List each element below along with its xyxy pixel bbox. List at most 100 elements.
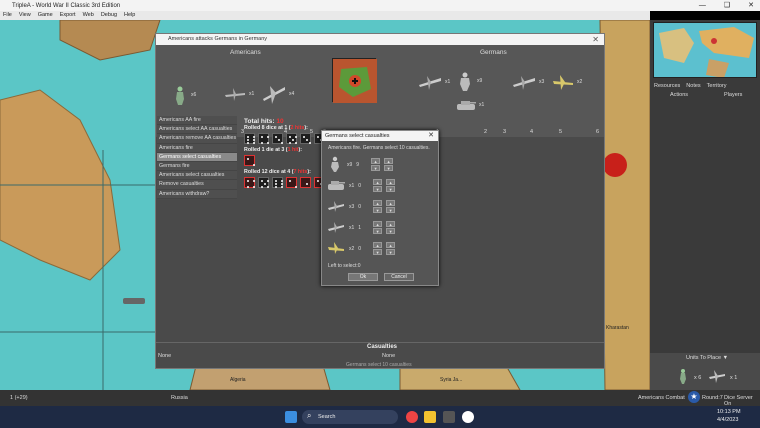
roll-hits: 2 hits [290,125,305,131]
windows-start-icon[interactable] [285,411,297,423]
step-germans-select-casualties[interactable]: Germans select casualties [157,152,237,162]
infantry-icon[interactable] [676,368,690,384]
decrement-button[interactable]: ▼ [373,249,383,255]
increment-button[interactable]: ▲ [373,221,383,227]
unit-count: x3 [349,203,355,210]
menu-view[interactable]: View [19,11,31,20]
unit-count: x1 [249,91,255,97]
territory-image [332,58,377,103]
attacker-unit: x1 [224,85,254,103]
attacker-unit: x4 [262,83,294,105]
min-button[interactable]: ▼ [384,165,394,171]
search-box[interactable]: ⌕ Search [302,410,398,424]
unit-count: x2 [349,245,355,252]
search-placeholder: Search [318,414,336,420]
menu-web[interactable]: Web [83,11,94,20]
maximize-button[interactable]: ❑ [724,0,730,11]
max-button[interactable]: ▲ [386,200,396,206]
defense-number: 4 [530,129,534,135]
increment-button[interactable]: ▲ [373,179,383,185]
current-territory: Russia [171,395,188,401]
tab-actions[interactable]: Actions [670,92,688,98]
tab-territory[interactable]: Territory [707,83,727,89]
close-icon[interactable]: ✕ [592,34,599,45]
map-label-syria: Syria Ja... [440,377,463,383]
tab-notes[interactable]: Notes [686,83,700,89]
min-button[interactable]: ▼ [386,228,396,234]
step-americans-fire[interactable]: Americans fire [157,143,237,153]
step-select-aa-casualties[interactable]: Americans select AA casualties [157,125,237,135]
window-titlebar: TripleA - World War II Classic 3rd Editi… [0,0,760,11]
attacker-casualties: None [158,353,172,359]
battle-status-text: Germans select 10 casualties [346,362,412,368]
bomber-icon [553,75,573,90]
folder-icon[interactable] [424,411,436,423]
place-count-bomber: x 1 [730,375,738,381]
max-button[interactable]: ▲ [386,221,396,227]
step-remove-aa-casualties[interactable]: Americans remove AA casualties [157,134,237,144]
units-to-place-label[interactable]: Units To Place ▼ [686,355,728,361]
decrement-button[interactable]: ▼ [373,207,383,213]
menu-file[interactable]: File [3,11,12,20]
menu-debug[interactable]: Debug [101,11,117,20]
decrement-button[interactable]: ▼ [373,228,383,234]
defense-number: 6 [596,129,600,135]
close-window-button[interactable]: ✕ [748,0,754,11]
chrome-icon[interactable] [406,411,418,423]
menu-export[interactable]: Export [60,11,76,20]
roll-end: ): [298,147,302,153]
increment-button[interactable]: ▲ [373,200,383,206]
window-title: TripleA - World War II Classic 3rd Editi… [12,2,121,9]
max-button[interactable]: ▲ [386,242,396,248]
menu-help[interactable]: Help [124,11,135,20]
minimize-button[interactable]: — [699,0,706,11]
place-count-infantry: x 6 [694,375,702,381]
step-remove-casualties[interactable]: Remove casualties [157,180,237,190]
min-button[interactable]: ▼ [386,207,396,213]
max-button[interactable]: ▲ [384,158,394,164]
step-americans-select-casualties[interactable]: Americans select casualties [157,171,237,181]
bomber-icon[interactable] [708,368,726,384]
step-germans-fire[interactable]: Germans fire [157,161,237,172]
defense-number: 5 [559,129,563,135]
defense-number: 2 [484,129,488,135]
unit-count: x3 [539,79,545,85]
close-icon[interactable]: ✕ [428,131,434,141]
selected-count: 9 [356,161,360,168]
die-icon [272,133,283,144]
selected-count: 0 [358,245,362,252]
menu-game[interactable]: Game [38,11,53,20]
defender-unit: x1 [456,98,484,112]
minimap[interactable] [653,22,757,78]
taskbar: ⌕ Search 10:13 PM 4/4/2023 [0,406,760,428]
die-icon [272,177,283,188]
step-withdraw[interactable]: Americans withdraw? [157,189,237,199]
total-hits-value: 10 [276,118,284,125]
decrement-button[interactable]: ▼ [373,186,383,192]
die-icon [300,133,311,144]
max-button[interactable]: ▲ [386,179,396,185]
min-button[interactable]: ▼ [386,186,396,192]
tab-players[interactable]: Players [724,92,742,98]
bomber-icon [263,86,285,104]
tab-resources[interactable]: Resources [654,83,680,89]
increment-button[interactable]: ▲ [373,242,383,248]
cancel-button[interactable]: Cancel [384,273,414,281]
ok-button[interactable]: Ok [348,273,378,281]
increment-button[interactable]: ▲ [371,158,381,164]
defender-unit: x9 [456,71,482,91]
attacker-label: Americans [230,49,261,56]
statusbar: 1 (+29) Russia Americans Combat ★ Round:… [0,390,760,407]
step-aa-fire[interactable]: Americans AA fire [157,116,237,126]
selected-count: 0 [358,182,362,189]
production-text: 1 (+29) [10,395,28,401]
casualty-row: x3 0 ▲ ▼ ▲ ▼ [327,197,435,216]
min-button[interactable]: ▼ [386,249,396,255]
unit-count: x1 [445,79,451,85]
defender-label: Germans [480,49,507,56]
casualty-message: Americans fire. Germans select 10 casual… [328,145,430,151]
defender-casualties: None [382,353,396,359]
decrement-button[interactable]: ▼ [371,165,381,171]
app-icon[interactable] [462,411,474,423]
triplea-app-icon[interactable] [443,411,455,423]
